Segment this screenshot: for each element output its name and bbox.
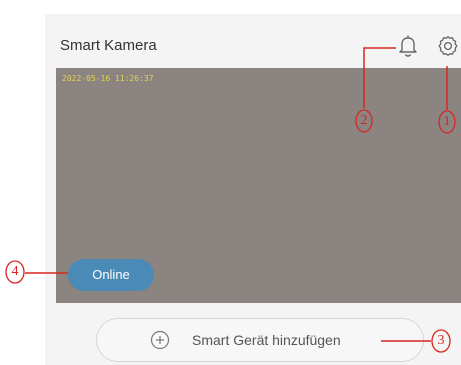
callout-1: 1 <box>443 114 451 129</box>
bell-icon[interactable] <box>397 34 419 58</box>
page-title: Smart Kamera <box>60 37 157 54</box>
online-status-button[interactable]: Online <box>68 259 154 291</box>
add-device-label: Smart Gerät hinzufügen <box>192 332 341 348</box>
add-device-button[interactable]: Smart Gerät hinzufügen <box>96 318 424 362</box>
feed-timestamp: 2022-05-16 11:26:37 <box>62 74 154 83</box>
plus-circle-icon <box>150 330 170 350</box>
callout-3: 3 <box>437 333 445 348</box>
callout-4: 4 <box>11 264 19 279</box>
callout-2: 2 <box>360 113 368 128</box>
gear-icon[interactable] <box>437 35 459 57</box>
